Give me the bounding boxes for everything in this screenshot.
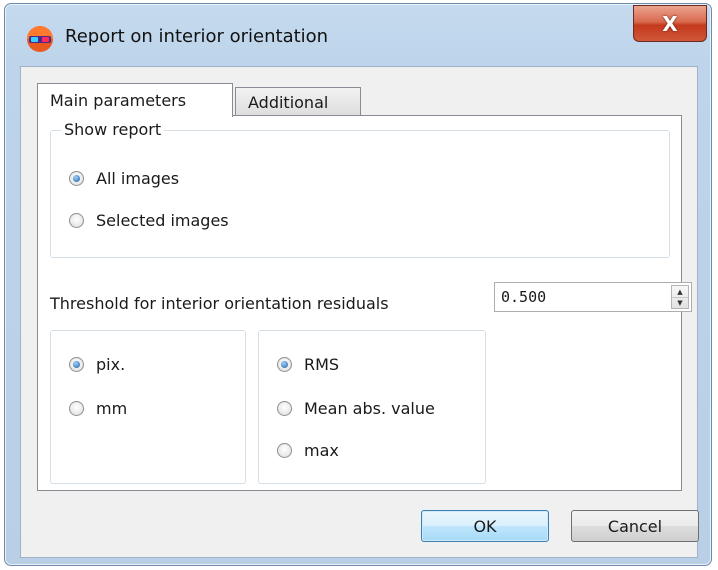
- radio-pix-label: pix.: [96, 355, 126, 374]
- radio-max[interactable]: max: [277, 441, 339, 460]
- dialog-client-area: Main parameters Additional Show report A…: [20, 66, 699, 558]
- ok-button-label: OK: [473, 516, 497, 536]
- radio-mm-button[interactable]: [69, 401, 84, 416]
- radio-all-images-button[interactable]: [69, 171, 84, 186]
- radio-mm-label: mm: [96, 399, 128, 418]
- radio-mm[interactable]: mm: [69, 399, 127, 418]
- window-title: Report on interior orientation: [65, 26, 329, 47]
- spin-down-icon[interactable]: ▼: [672, 297, 688, 308]
- radio-selected-images-button[interactable]: [69, 213, 84, 228]
- radio-pix-button[interactable]: [69, 357, 84, 372]
- ok-button[interactable]: OK: [421, 510, 549, 542]
- tab-additional[interactable]: Additional: [235, 87, 361, 117]
- close-button[interactable]: X: [633, 5, 707, 42]
- radio-selected-images-label: Selected images: [96, 211, 229, 230]
- threshold-value[interactable]: 0.500: [501, 288, 546, 306]
- tab-main-parameters-label: Main parameters: [50, 91, 187, 110]
- app-logo-icon: [27, 26, 53, 52]
- radio-pix[interactable]: pix.: [69, 355, 125, 374]
- show-report-group: Show report All images Selected images: [50, 120, 670, 258]
- show-report-title: Show report: [61, 120, 165, 139]
- spin-buttons: ▲ ▼: [671, 285, 689, 309]
- radio-rms[interactable]: RMS: [277, 355, 339, 374]
- radio-rms-button[interactable]: [277, 357, 292, 372]
- main-parameters-panel: Show report All images Selected images T…: [37, 115, 692, 491]
- close-icon: X: [662, 11, 678, 36]
- metric-group: RMS Mean abs. value max: [258, 330, 486, 484]
- radio-rms-label: RMS: [304, 355, 340, 374]
- radio-max-label: max: [304, 441, 339, 460]
- radio-max-button[interactable]: [277, 443, 292, 458]
- threshold-label: Threshold for interior orientation resid…: [50, 294, 389, 313]
- radio-selected-images[interactable]: Selected images: [69, 211, 229, 230]
- radio-all-images[interactable]: All images: [69, 169, 179, 188]
- radio-mean-abs-button[interactable]: [277, 401, 292, 416]
- cancel-button[interactable]: Cancel: [571, 510, 699, 542]
- cancel-button-label: Cancel: [607, 516, 663, 536]
- tab-additional-label: Additional: [248, 93, 329, 112]
- threshold-spinbox[interactable]: 0.500 ▲ ▼: [494, 282, 692, 312]
- radio-mean-abs-label: Mean abs. value: [304, 399, 435, 418]
- dialog-window: Report on interior orientation X Main pa…: [4, 3, 712, 566]
- radio-all-images-label: All images: [96, 169, 180, 188]
- units-group: pix. mm: [50, 330, 246, 484]
- tab-main-parameters[interactable]: Main parameters: [37, 83, 233, 117]
- radio-mean-abs[interactable]: Mean abs. value: [277, 399, 435, 418]
